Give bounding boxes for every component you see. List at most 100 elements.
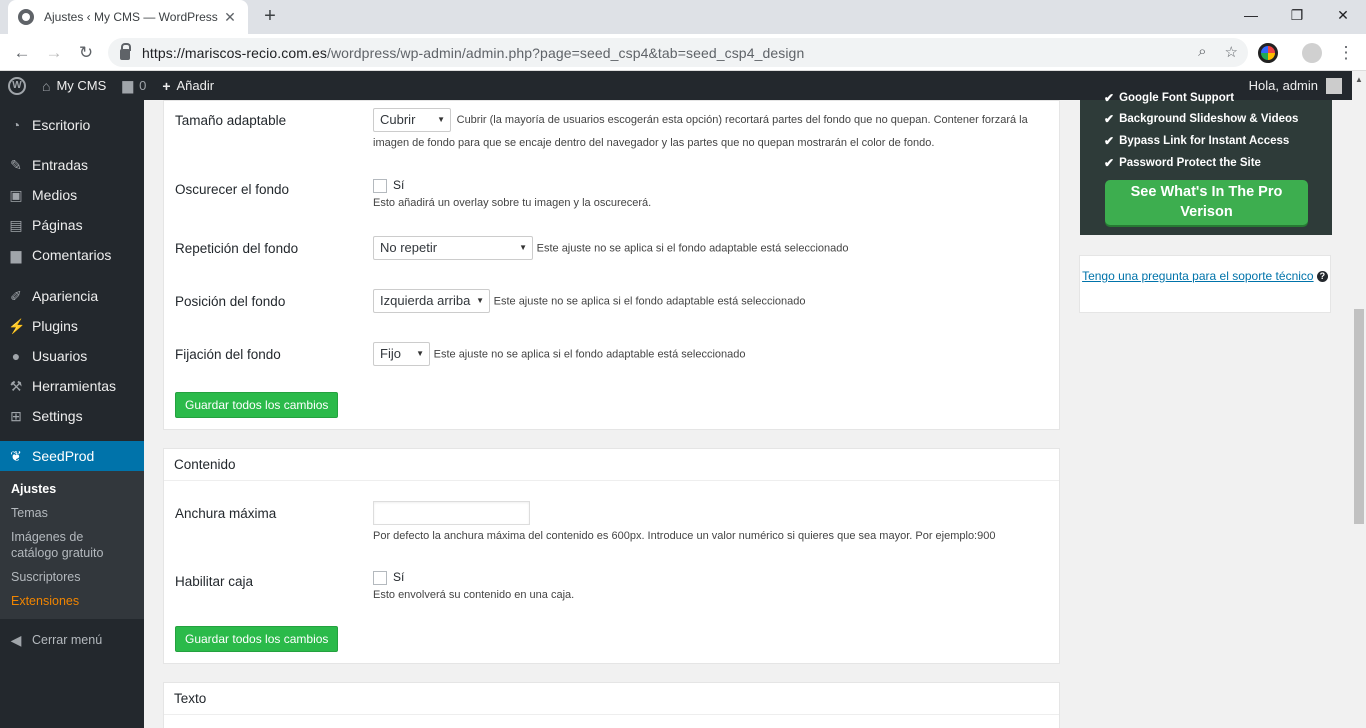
sidebar-item-herramientas[interactable]: ⚒ Herramientas bbox=[0, 371, 144, 401]
darken-check-label: Sí bbox=[393, 178, 405, 192]
see-pro-button[interactable]: See What's In The Pro Verison bbox=[1105, 180, 1308, 225]
checkmark-icon: ✔ bbox=[1104, 91, 1115, 105]
sidebar-item-comentarios[interactable]: ▆ Comentarios bbox=[0, 240, 144, 270]
submenu-suscriptores[interactable]: Suscriptores bbox=[0, 565, 144, 589]
site-name-menu[interactable]: ⌂ My CMS bbox=[34, 71, 114, 100]
enable-box-checkbox[interactable] bbox=[373, 570, 387, 585]
url-text: https://mariscos-recio.com.es/wordpress/… bbox=[142, 44, 805, 61]
submenu-temas[interactable]: Temas bbox=[0, 501, 144, 525]
user-icon: ● bbox=[11, 348, 21, 364]
darken-label: Oscurecer el fondo bbox=[175, 182, 290, 197]
close-tab-icon[interactable]: ✕ bbox=[222, 9, 238, 26]
account-menu[interactable]: Hola, admin bbox=[1249, 77, 1352, 94]
user-avatar bbox=[1326, 77, 1342, 94]
browser-toolbar: ← → ↻ https://mariscos-recio.com.es/word… bbox=[0, 34, 1366, 71]
seedprod-icon: ❦ bbox=[10, 447, 22, 464]
sidebar-item-paginas[interactable]: ▤ Páginas bbox=[0, 210, 144, 240]
reload-icon[interactable]: ↻ bbox=[74, 41, 98, 65]
sidebar-item-usuarios[interactable]: ● Usuarios bbox=[0, 341, 144, 371]
promo-feature: ✔ Bypass Link for Instant Access bbox=[1104, 134, 1290, 148]
comments-count: 0 bbox=[139, 78, 147, 93]
size-label: Tamaño adaptable bbox=[175, 113, 287, 128]
submenu-extensiones[interactable]: Extensiones bbox=[0, 589, 144, 613]
max-width-label: Anchura máxima bbox=[175, 506, 277, 521]
size-description: Cubrir (la mayoría de usuarios escogerán… bbox=[373, 114, 1028, 149]
attach-select[interactable]: Fijo bbox=[373, 342, 430, 366]
wrench-icon: ⚒ bbox=[9, 377, 23, 394]
page-scrollbar[interactable]: ▲ bbox=[1352, 71, 1366, 728]
enable-box-check-label: Sí bbox=[393, 570, 405, 584]
plugin-icon: ⚡ bbox=[8, 317, 26, 334]
question-icon: ? bbox=[1316, 271, 1328, 283]
promo-feature: ✔ Password Protect the Site bbox=[1104, 156, 1261, 170]
add-new-menu[interactable]: + Añadir bbox=[154, 71, 222, 100]
repeat-select[interactable]: No repetir bbox=[373, 236, 533, 260]
add-new-label: Añadir bbox=[176, 78, 215, 93]
lock-icon bbox=[120, 43, 131, 60]
sidebar-item-entradas[interactable]: ✎ Entradas bbox=[0, 150, 144, 180]
text-section-title: Texto bbox=[164, 683, 1059, 715]
comments-menu[interactable]: ▆ 0 bbox=[114, 71, 154, 100]
wp-logo-menu[interactable]: W bbox=[0, 71, 34, 100]
minimize-icon[interactable]: — bbox=[1228, 0, 1274, 30]
promo-feature: ✔ Background Slideshow & Videos bbox=[1104, 112, 1299, 126]
profile-avatar-icon[interactable] bbox=[1302, 43, 1322, 63]
sidebar-item-seedprod[interactable]: ❦ SeedProd bbox=[0, 441, 144, 471]
browser-tab[interactable]: Ajustes ‹ My CMS — WordPress ✕ bbox=[8, 0, 248, 34]
browser-menu-icon[interactable]: ⋮ bbox=[1334, 41, 1358, 65]
site-name: My CMS bbox=[56, 78, 107, 93]
max-width-description: Por defecto la anchura máxima del conten… bbox=[373, 530, 996, 542]
enable-box-label: Habilitar caja bbox=[175, 574, 254, 589]
page-icon: ▤ bbox=[9, 216, 23, 233]
max-width-input[interactable] bbox=[373, 501, 530, 525]
sidebar-item-settings[interactable]: ⊞ Settings bbox=[0, 401, 144, 431]
checkmark-icon: ✔ bbox=[1104, 112, 1115, 126]
brush-icon: ✐ bbox=[10, 287, 22, 304]
settings-icon: ⊞ bbox=[10, 407, 22, 424]
submenu-imagenes[interactable]: Imágenes de catálogo gratuito bbox=[0, 525, 144, 565]
browser-tab-bar: Ajustes ‹ My CMS — WordPress ✕ + — ❐ ✕ bbox=[0, 0, 1366, 34]
checkmark-icon: ✔ bbox=[1104, 156, 1115, 170]
close-window-icon[interactable]: ✕ bbox=[1320, 0, 1366, 30]
seedprod-submenu: Ajustes Temas Imágenes de catálogo gratu… bbox=[0, 471, 144, 619]
sidebar-item-escritorio[interactable]: ◔ Escritorio bbox=[0, 110, 144, 140]
repeat-description: Este ajuste no se aplica si el fondo ada… bbox=[536, 242, 849, 255]
forward-icon[interactable]: → bbox=[42, 41, 66, 65]
content-section-title: Contenido bbox=[164, 449, 1059, 481]
submenu-ajustes[interactable]: Ajustes bbox=[0, 477, 144, 501]
plus-icon: + bbox=[162, 77, 171, 94]
media-icon: ▣ bbox=[9, 186, 23, 203]
restore-icon[interactable]: ❐ bbox=[1274, 0, 1320, 30]
save-all-button[interactable]: Guardar todos los cambios bbox=[175, 392, 339, 418]
support-link[interactable]: Tengo una pregunta para el soporte técni… bbox=[1082, 269, 1314, 283]
comment-bubble-icon: ▆ bbox=[122, 77, 134, 93]
bookmark-star-icon[interactable]: ☆ bbox=[1225, 43, 1238, 61]
text-settings-panel: Texto bbox=[163, 682, 1060, 728]
new-tab-icon[interactable]: + bbox=[258, 4, 282, 28]
wordpress-logo-icon: W bbox=[8, 76, 26, 95]
home-icon: ⌂ bbox=[42, 77, 51, 94]
save-all-button[interactable]: Guardar todos los cambios bbox=[175, 626, 339, 652]
scroll-up-icon[interactable]: ▲ bbox=[1355, 75, 1363, 84]
extension-icon[interactable] bbox=[1258, 43, 1278, 63]
sidebar-item-apariencia[interactable]: ✐ Apariencia bbox=[0, 281, 144, 311]
sidebar-item-plugins[interactable]: ⚡ Plugins bbox=[0, 311, 144, 341]
size-select[interactable]: Cubrir bbox=[373, 108, 451, 132]
sidebar-item-medios[interactable]: ▣ Medios bbox=[0, 180, 144, 210]
support-box: Tengo una pregunta para el soporte técni… bbox=[1079, 255, 1331, 313]
site-favicon-icon bbox=[18, 9, 34, 25]
darken-description: Esto añadirá un overlay sobre tu imagen … bbox=[373, 196, 652, 209]
collapse-menu-button[interactable]: ◀ Cerrar menú bbox=[0, 625, 144, 655]
content-settings-panel: Contenido Anchura máxima Por defecto la … bbox=[163, 448, 1060, 664]
darken-checkbox[interactable] bbox=[373, 178, 387, 193]
background-settings-panel: Tamaño adaptable Cubrir Cubrir (la mayor… bbox=[163, 100, 1060, 430]
pro-promo-box: ✔ Google Font Support ✔ Background Slidesh… bbox=[1080, 91, 1332, 235]
position-description: Este ajuste no se aplica si el fondo ada… bbox=[493, 295, 806, 308]
zoom-search-icon[interactable]: ⌕ bbox=[1198, 43, 1206, 61]
position-label: Posición del fondo bbox=[175, 294, 286, 309]
scroll-thumb[interactable] bbox=[1354, 309, 1364, 524]
position-select[interactable]: Izquierda arriba bbox=[373, 289, 490, 313]
repeat-label: Repetición del fondo bbox=[175, 241, 299, 256]
address-bar[interactable]: https://mariscos-recio.com.es/wordpress/… bbox=[108, 38, 1248, 67]
back-icon[interactable]: ← bbox=[10, 41, 34, 65]
